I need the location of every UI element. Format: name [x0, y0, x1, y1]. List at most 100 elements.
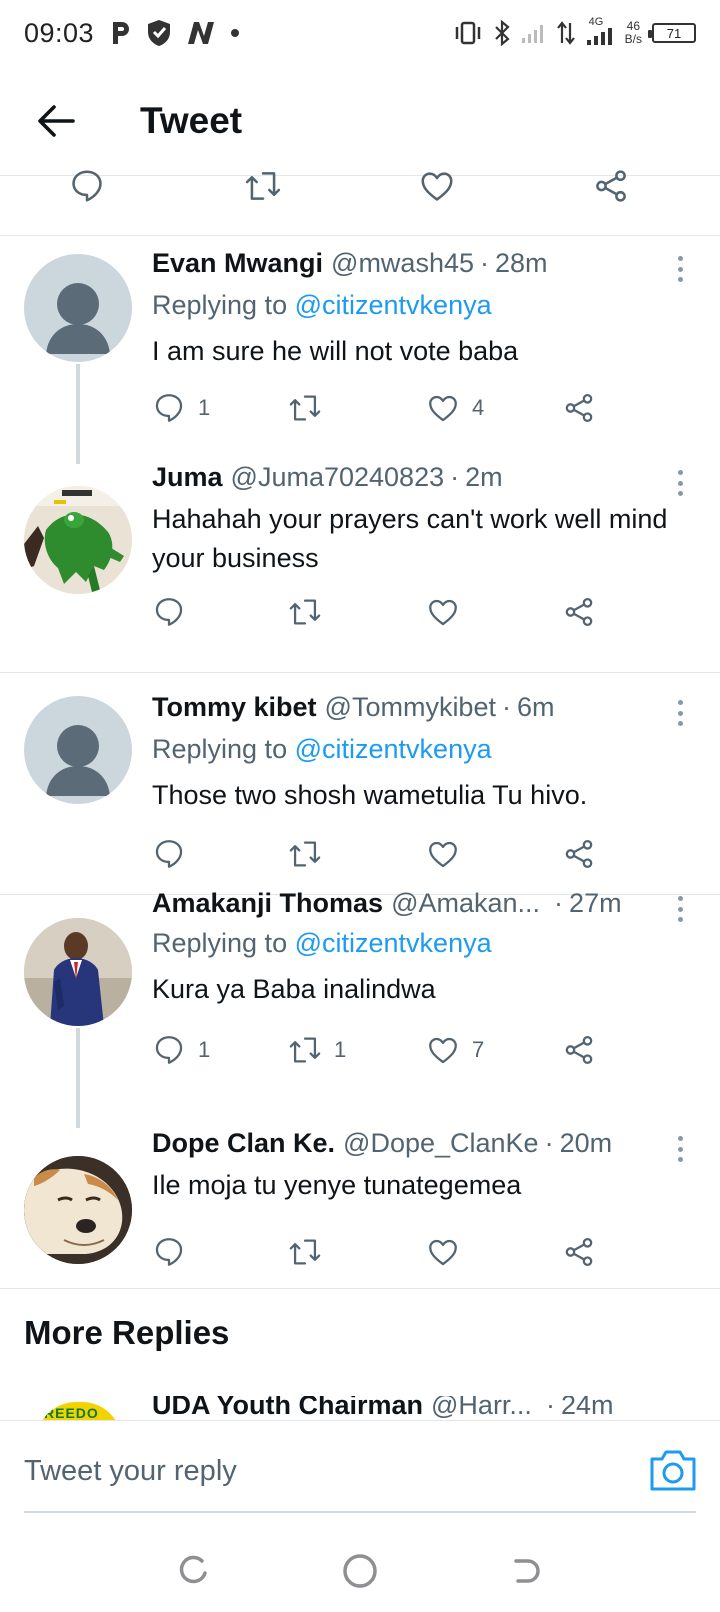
- like-button[interactable]: 4: [426, 386, 484, 430]
- reply-button[interactable]: [152, 832, 198, 876]
- reply-tweet[interactable]: Dope Clan Ke. @Dope_ClanKe · 20m Ile moj…: [0, 1128, 720, 1284]
- main-share-button[interactable]: [592, 164, 630, 208]
- reply-count: 1: [198, 395, 211, 420]
- reply-icon: [155, 1036, 183, 1064]
- retweet-button[interactable]: [288, 386, 334, 430]
- mention-link[interactable]: @citizentvkenya: [295, 928, 492, 958]
- back-nav-icon: [513, 1559, 540, 1583]
- reply-icon: [155, 840, 183, 868]
- shield-icon: [148, 20, 171, 46]
- divider: [0, 1288, 720, 1289]
- back-button[interactable]: [26, 91, 86, 151]
- time-ago: 28m: [495, 248, 548, 278]
- reply-tweet[interactable]: Evan Mwangi @mwash45 · 28m Replying to @…: [0, 240, 720, 464]
- reply-button[interactable]: [152, 590, 198, 634]
- reply-tweet[interactable]: Juma @Juma70240823 · 2m Hahahah your pra…: [0, 460, 720, 670]
- heart-icon: [429, 1037, 457, 1064]
- more-options-button[interactable]: [668, 466, 692, 500]
- tweet-header: Evan Mwangi @mwash45 · 28m: [152, 248, 658, 279]
- retweet-icon: [289, 1239, 321, 1265]
- avatar[interactable]: [24, 254, 132, 362]
- retweet-button[interactable]: [288, 590, 334, 634]
- more-options-button[interactable]: [668, 1132, 692, 1166]
- like-button[interactable]: [426, 1230, 472, 1274]
- like-button[interactable]: 7: [426, 1028, 484, 1072]
- share-button[interactable]: [562, 1230, 596, 1274]
- separator-dot: ·: [501, 692, 511, 722]
- reply-icon: [72, 170, 102, 202]
- parking-app-icon: [113, 22, 130, 44]
- share-button[interactable]: [562, 590, 596, 634]
- recent-apps-button[interactable]: [168, 1546, 218, 1596]
- reply-input[interactable]: [24, 1445, 624, 1497]
- avatar[interactable]: [24, 918, 132, 1026]
- status-system-icons: 4G 46 B/s 71: [453, 16, 696, 46]
- retweet-button[interactable]: [288, 1230, 334, 1274]
- battery-icon: 71: [648, 23, 696, 43]
- avatar[interactable]: REEDO: [36, 1402, 122, 1420]
- more-replies-heading: More Replies: [24, 1314, 230, 1351]
- thread-line: [76, 364, 80, 464]
- reply-tweet[interactable]: Amakanji Thomas @Amakan... · 27m Replyin…: [0, 888, 720, 1128]
- user-handle[interactable]: @Harr...: [431, 1396, 532, 1420]
- share-button[interactable]: [562, 386, 596, 430]
- share-icon: [565, 1035, 593, 1065]
- retweet-button[interactable]: [288, 832, 334, 876]
- heart-icon: [429, 841, 457, 868]
- retweet-icon: [289, 1037, 321, 1063]
- default-avatar-icon: [46, 725, 110, 796]
- tweet-header: Juma @Juma70240823 · 2m: [152, 462, 658, 493]
- next-reply-peek[interactable]: REEDO UDA Youth Chairman @Harr... · 24m: [0, 1396, 720, 1420]
- tweet-actions: 1 4: [148, 386, 668, 430]
- share-icon: [565, 1237, 593, 1267]
- display-name[interactable]: Amakanji Thomas: [152, 888, 383, 919]
- recent-apps-icon: [180, 1555, 208, 1584]
- main-retweet-button[interactable]: [244, 164, 282, 208]
- home-button[interactable]: [335, 1546, 385, 1596]
- reply-button[interactable]: 1: [152, 386, 210, 430]
- tweet-header: Tommy kibet @Tommykibet · 6m: [152, 692, 658, 723]
- signal-weak-icon: [521, 25, 543, 43]
- avatar[interactable]: [24, 696, 132, 804]
- replying-label: Replying to: [152, 290, 288, 320]
- retweet-button[interactable]: 1: [288, 1028, 346, 1072]
- retweet-icon: [289, 395, 321, 421]
- tweet-actions: 1 1 7: [148, 1028, 668, 1072]
- user-handle[interactable]: @Dope_ClanKe: [343, 1128, 539, 1159]
- user-handle[interactable]: @mwash45: [331, 248, 474, 279]
- more-options-button[interactable]: [668, 892, 692, 926]
- share-button[interactable]: [562, 832, 596, 876]
- mention-link[interactable]: @citizentvkenya: [295, 290, 492, 320]
- camera-button[interactable]: [648, 1447, 698, 1493]
- display-name[interactable]: Dope Clan Ke.: [152, 1128, 335, 1159]
- user-handle[interactable]: @Tommykibet: [325, 692, 496, 723]
- display-name[interactable]: Evan Mwangi: [152, 248, 323, 279]
- like-button[interactable]: [426, 590, 472, 634]
- display-name[interactable]: Tommy kibet: [152, 692, 317, 723]
- reply-tweet[interactable]: Tommy kibet @Tommykibet · 6m Replying to…: [0, 676, 720, 892]
- retweet-icon: [245, 172, 281, 200]
- user-handle[interactable]: @Amakan...: [391, 888, 540, 919]
- mention-link[interactable]: @citizentvkenya: [295, 734, 492, 764]
- time-ago: 24m: [560, 1396, 614, 1420]
- reply-button[interactable]: [152, 1230, 198, 1274]
- display-name[interactable]: Juma: [152, 462, 223, 493]
- home-circle-icon: [343, 1554, 377, 1588]
- display-name[interactable]: UDA Youth Chairman: [152, 1396, 423, 1420]
- main-reply-button[interactable]: [68, 164, 106, 208]
- like-button[interactable]: [426, 832, 472, 876]
- more-options-button[interactable]: [668, 696, 692, 730]
- tweet-actions: [148, 590, 668, 634]
- reply-button[interactable]: 1: [152, 1028, 210, 1072]
- news-app-icon: [188, 22, 215, 44]
- user-handle[interactable]: @Juma70240823: [231, 462, 445, 493]
- battery-level: 71: [666, 25, 682, 41]
- avatar[interactable]: [24, 486, 132, 594]
- more-options-button[interactable]: [668, 252, 692, 286]
- avatar[interactable]: [24, 1156, 132, 1264]
- share-button[interactable]: [562, 1028, 596, 1072]
- main-like-button[interactable]: [418, 164, 456, 208]
- separator-dot: ·: [554, 888, 564, 918]
- bluetooth-icon: [494, 20, 510, 46]
- back-nav-button[interactable]: [502, 1546, 552, 1596]
